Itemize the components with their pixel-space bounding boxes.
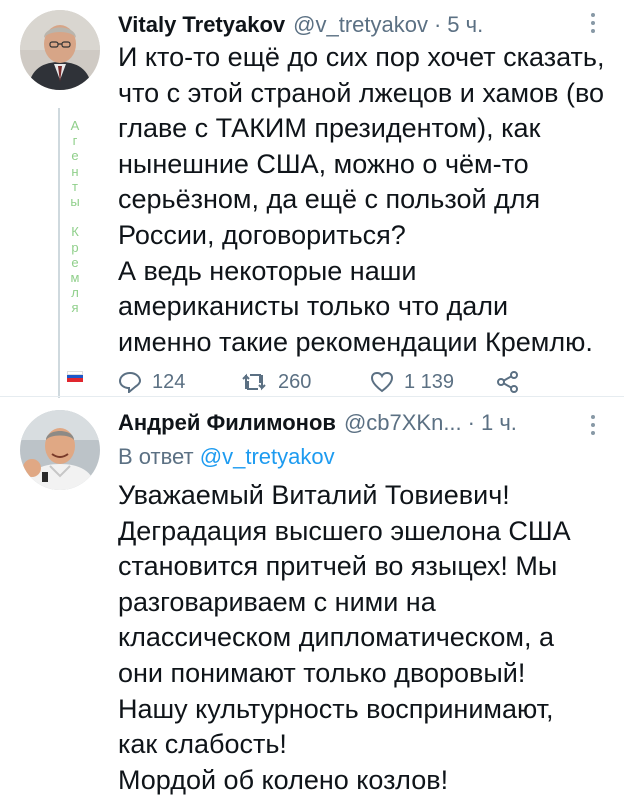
avatar-andrey[interactable] bbox=[20, 410, 100, 490]
tweet2-separator: · bbox=[467, 410, 475, 435]
reply-count: 124 bbox=[152, 370, 186, 393]
heart-icon bbox=[370, 371, 394, 393]
tweet2-text-line: Нашу культурность воспринимают, bbox=[118, 693, 554, 724]
avatar-photo bbox=[20, 10, 100, 90]
thread-line bbox=[58, 108, 60, 398]
reply-icon bbox=[118, 371, 142, 393]
tweet1-text-line: американисты только что дали bbox=[118, 291, 509, 322]
side-label-char: л bbox=[71, 285, 79, 301]
reply-prefix: В ответ bbox=[118, 444, 194, 469]
reply-mention-link[interactable]: @v_tretyakov bbox=[200, 444, 335, 469]
tweet2-text-line: Деградация высшего эшелона США bbox=[118, 515, 571, 546]
side-label-char: н bbox=[71, 163, 79, 179]
side-label-char: я bbox=[71, 300, 79, 316]
tweet2-text-line: разговариваем с ними на bbox=[118, 586, 436, 617]
tweet1-text-line: России, договориться? bbox=[118, 219, 406, 250]
tweet1-text-line: нынешние США, можно о чём-то bbox=[118, 148, 529, 179]
side-label-char bbox=[68, 209, 82, 224]
tweet2-handle[interactable]: @cb7XKn... bbox=[344, 410, 462, 436]
avatar-photo bbox=[20, 410, 100, 490]
side-label-char: м bbox=[70, 269, 80, 285]
reply-to-line: В ответ @v_tretyakov bbox=[118, 444, 335, 470]
side-label-char: р bbox=[71, 239, 79, 255]
russia-flag-icon bbox=[67, 371, 83, 382]
tweet1-header: Vitaly Tretyakov @v_tretyakov · 5 ч. bbox=[118, 12, 483, 38]
tweet1-text-line: серьёзном, да ещё с пользой для bbox=[118, 184, 541, 215]
side-label: А г е н т ы К р е м л я bbox=[68, 118, 82, 315]
tweet1-handle[interactable]: @v_tretyakov bbox=[293, 12, 428, 38]
tweet1-text: И кто-то ещё до сих пор хочет сказать, ч… bbox=[118, 40, 604, 360]
tweet2-text-line: они понимают только дворовый! bbox=[118, 657, 526, 688]
tweet1-time[interactable]: 5 ч. bbox=[447, 12, 483, 38]
side-label-char: А bbox=[70, 118, 80, 133]
tweet1-text-line: что с этой страной лжецов и хамов (во bbox=[118, 77, 605, 108]
tweet2-text-line: Уважаемый Виталий Товиевич! bbox=[118, 480, 510, 510]
retweet-icon bbox=[242, 373, 266, 391]
avatar-vitaly[interactable] bbox=[20, 10, 100, 90]
tweet2-author-name[interactable]: Андрей Филимонов bbox=[118, 410, 336, 436]
tweet2-text-line: Мордой об колено козлов! bbox=[118, 764, 449, 795]
tweet2-text: Уважаемый Виталий Товиевич! Деградация в… bbox=[118, 478, 571, 798]
tweet2-header: Андрей Филимонов @cb7XKn... · 1 ч. bbox=[118, 410, 517, 436]
tweet2-time[interactable]: 1 ч. bbox=[481, 410, 517, 436]
like-count: 1 139 bbox=[404, 370, 455, 393]
reply-button[interactable]: 124 bbox=[118, 371, 185, 394]
side-label-char: т bbox=[72, 178, 78, 194]
side-label-char: ы bbox=[70, 193, 80, 209]
tweet1-text-line: И кто-то ещё до сих пор хочет сказать, bbox=[118, 42, 605, 72]
tweet1-author-name[interactable]: Vitaly Tretyakov bbox=[118, 12, 285, 38]
tweet1-text-line: главе с ТАКИМ президентом), как bbox=[118, 113, 541, 144]
share-icon bbox=[497, 371, 518, 393]
share-button[interactable] bbox=[496, 371, 520, 393]
side-label-char: е bbox=[71, 254, 79, 270]
tweet-divider bbox=[0, 396, 624, 397]
retweet-count: 260 bbox=[278, 370, 312, 393]
side-label-char: К bbox=[71, 224, 79, 240]
tweet1-actions: 124 260 1 139 bbox=[118, 368, 538, 396]
more-icon[interactable] bbox=[590, 12, 596, 38]
tweet2-text-line: как слабость! bbox=[118, 729, 287, 760]
tweet1-text-line: А ведь некоторые наши bbox=[118, 255, 417, 286]
like-button[interactable]: 1 139 bbox=[370, 371, 454, 394]
tweet1-text-line: именно такие рекомендации Кремлю. bbox=[118, 326, 593, 357]
side-label-char: е bbox=[71, 148, 79, 164]
tweet2-text-line: становится притчей во языцех! Мы bbox=[118, 551, 558, 582]
tweet2-text-line: классическом дипломатическом, а bbox=[118, 622, 555, 653]
more-icon[interactable] bbox=[590, 414, 596, 440]
retweet-button[interactable]: 260 bbox=[240, 371, 311, 394]
tweet1-separator: · bbox=[433, 12, 442, 37]
side-label-char: г bbox=[72, 133, 78, 149]
